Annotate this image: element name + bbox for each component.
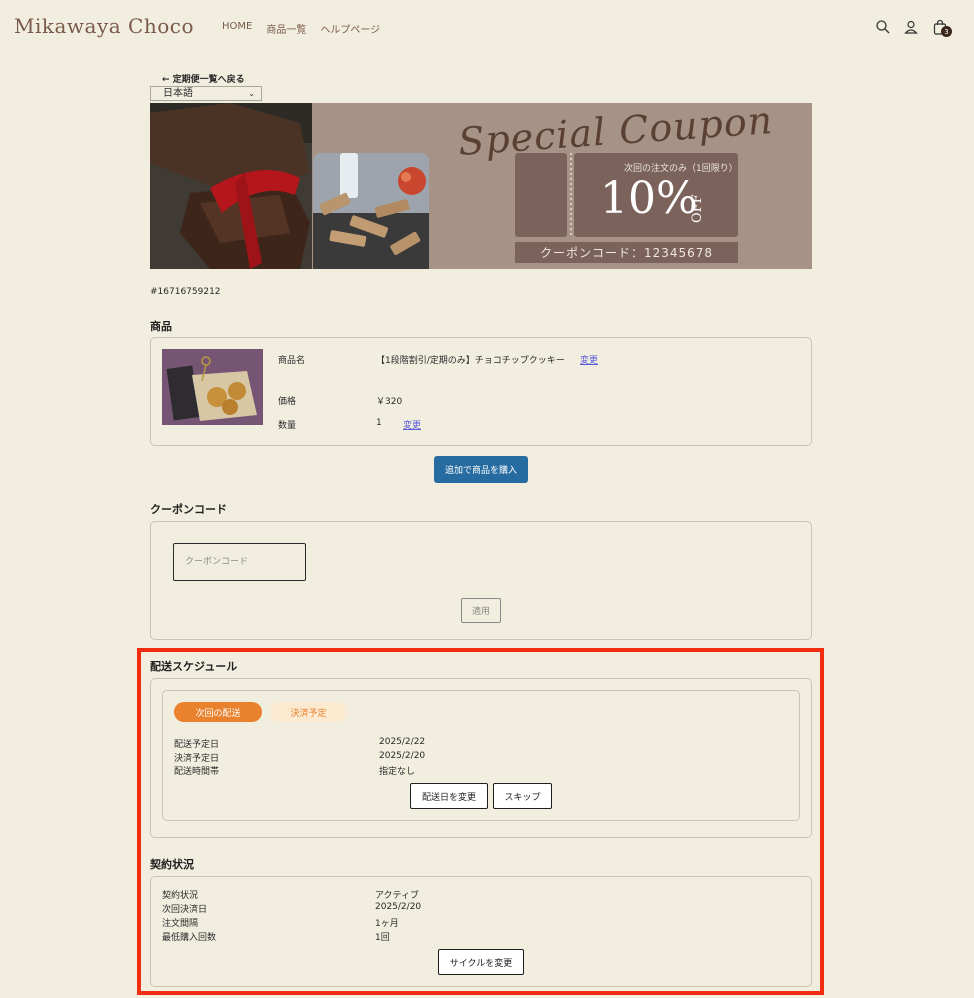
quantity-value: 1 <box>376 418 382 428</box>
next-payment-value: 2025/2/20 <box>375 902 421 912</box>
product-section-title: 商品 <box>150 318 172 334</box>
product-name-label: 商品名 <box>278 353 305 366</box>
next-payment-label: 次回決済日 <box>162 902 207 915</box>
chevron-down-icon: ⌄ <box>248 87 255 100</box>
product-box: 商品名 【1段階割引/定期のみ】チョコチップクッキー 変更 価格 ￥320 数量… <box>150 337 812 446</box>
skip-button[interactable]: スキップ <box>493 783 552 809</box>
tab-next-delivery[interactable]: 次回の配送 <box>174 702 262 722</box>
nav-home[interactable]: HOME <box>222 21 252 36</box>
delivery-date-value: 2025/2/22 <box>379 737 425 747</box>
order-interval-label: 注文間隔 <box>162 916 198 929</box>
delivery-time-label: 配送時間帯 <box>174 764 219 777</box>
banner-off: OFF <box>690 194 705 223</box>
tab-payment-schedule[interactable]: 決済予定 <box>270 702 347 722</box>
site-logo[interactable]: Mikawaya Choco <box>14 14 194 38</box>
language-select[interactable]: 日本語 ⌄ <box>150 86 262 101</box>
language-selected: 日本語 <box>163 88 193 99</box>
price-label: 価格 <box>278 394 296 407</box>
coupon-section-title: クーポンコード <box>150 501 227 517</box>
order-interval-value: 1ヶ月 <box>375 916 399 929</box>
product-name-value: 【1段階割引/定期のみ】チョコチップクッキー <box>376 353 565 366</box>
nav-help[interactable]: ヘルプページ <box>320 21 380 36</box>
site-header: Mikawaya Choco HOME 商品一覧 ヘルプページ 3 <box>0 0 974 56</box>
account-icon[interactable] <box>903 19 919 35</box>
coupon-banner: Special Coupon 次回の注文のみ（1回限り） 10% OFF クーポ… <box>150 103 812 269</box>
change-delivery-date-button[interactable]: 配送日を変更 <box>410 783 488 809</box>
change-quantity-link[interactable]: 変更 <box>403 418 421 431</box>
coupon-code-input[interactable] <box>173 543 306 581</box>
change-cycle-button[interactable]: サイクルを変更 <box>438 949 524 975</box>
product-image <box>162 349 263 425</box>
add-product-button[interactable]: 追加で商品を購入 <box>434 456 528 483</box>
order-id: #16716759212 <box>150 287 221 297</box>
quantity-label: 数量 <box>278 418 296 431</box>
payment-date-value: 2025/2/20 <box>379 751 425 761</box>
search-icon[interactable] <box>875 19 891 35</box>
contract-section-title: 契約状況 <box>150 856 194 872</box>
change-product-link[interactable]: 変更 <box>580 353 598 366</box>
contract-status-label: 契約状況 <box>162 888 198 901</box>
apply-coupon-button[interactable]: 適用 <box>461 598 501 623</box>
banner-coupon-code: クーポンコード：12345678 <box>515 244 738 261</box>
main-nav: HOME 商品一覧 ヘルプページ <box>222 21 380 36</box>
min-purchase-label: 最低購入回数 <box>162 930 216 943</box>
contract-status-value: アクティブ <box>375 888 419 901</box>
schedule-section-title: 配送スケジュール <box>150 658 237 674</box>
delivery-date-label: 配送予定日 <box>174 737 219 750</box>
banner-discount: 10% <box>600 173 698 224</box>
cart-count-badge: 3 <box>941 26 952 37</box>
nav-products[interactable]: 商品一覧 <box>266 21 306 36</box>
back-to-subscriptions-link[interactable]: ← 定期便一覧へ戻る <box>162 72 245 85</box>
payment-date-label: 決済予定日 <box>174 751 219 764</box>
delivery-time-value: 指定なし <box>379 764 415 777</box>
min-purchase-value: 1回 <box>375 930 390 943</box>
price-value: ￥320 <box>376 394 402 407</box>
